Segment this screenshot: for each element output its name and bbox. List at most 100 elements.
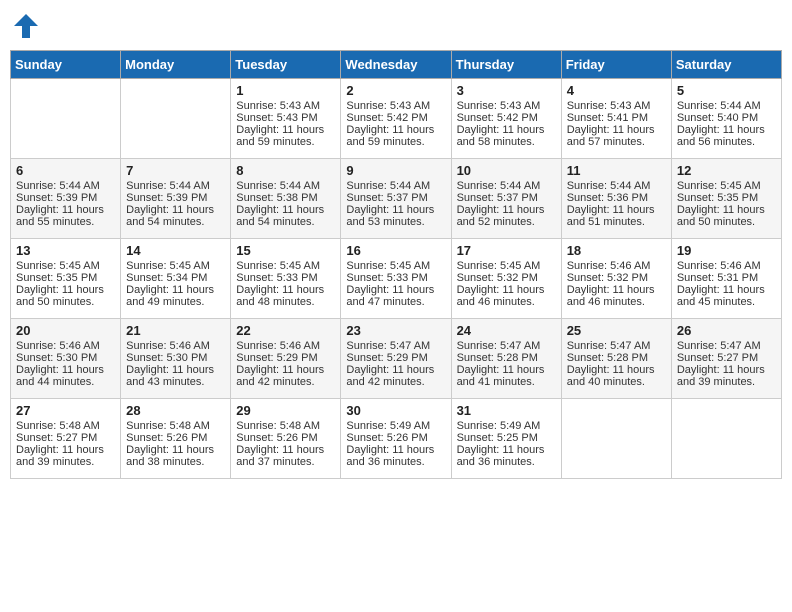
- day-number: 6: [16, 163, 115, 178]
- day-number: 22: [236, 323, 335, 338]
- daylight-text: Daylight: 11 hours and 41 minutes.: [457, 364, 556, 388]
- sunset-text: Sunset: 5:30 PM: [126, 352, 225, 364]
- daylight-text: Daylight: 11 hours and 46 minutes.: [567, 284, 666, 308]
- calendar-cell: [671, 399, 781, 479]
- sunrise-text: Sunrise: 5:46 AM: [126, 340, 225, 352]
- day-number: 21: [126, 323, 225, 338]
- calendar-table: SundayMondayTuesdayWednesdayThursdayFrid…: [10, 50, 782, 479]
- calendar-cell: 5Sunrise: 5:44 AMSunset: 5:40 PMDaylight…: [671, 79, 781, 159]
- daylight-text: Daylight: 11 hours and 46 minutes.: [457, 284, 556, 308]
- day-number: 24: [457, 323, 556, 338]
- daylight-text: Daylight: 11 hours and 57 minutes.: [567, 124, 666, 148]
- day-number: 1: [236, 83, 335, 98]
- sunrise-text: Sunrise: 5:43 AM: [457, 100, 556, 112]
- calendar-cell: 17Sunrise: 5:45 AMSunset: 5:32 PMDayligh…: [451, 239, 561, 319]
- day-number: 7: [126, 163, 225, 178]
- sunset-text: Sunset: 5:43 PM: [236, 112, 335, 124]
- daylight-text: Daylight: 11 hours and 42 minutes.: [346, 364, 445, 388]
- day-header-sunday: Sunday: [11, 51, 121, 79]
- sunset-text: Sunset: 5:39 PM: [16, 192, 115, 204]
- day-header-monday: Monday: [121, 51, 231, 79]
- calendar-cell: 26Sunrise: 5:47 AMSunset: 5:27 PMDayligh…: [671, 319, 781, 399]
- sunset-text: Sunset: 5:26 PM: [126, 432, 225, 444]
- day-number: 15: [236, 243, 335, 258]
- daylight-text: Daylight: 11 hours and 56 minutes.: [677, 124, 776, 148]
- calendar-week-2: 6Sunrise: 5:44 AMSunset: 5:39 PMDaylight…: [11, 159, 782, 239]
- sunrise-text: Sunrise: 5:43 AM: [346, 100, 445, 112]
- calendar-cell: 18Sunrise: 5:46 AMSunset: 5:32 PMDayligh…: [561, 239, 671, 319]
- calendar-header-row: SundayMondayTuesdayWednesdayThursdayFrid…: [11, 51, 782, 79]
- sunset-text: Sunset: 5:33 PM: [346, 272, 445, 284]
- daylight-text: Daylight: 11 hours and 54 minutes.: [236, 204, 335, 228]
- day-number: 13: [16, 243, 115, 258]
- daylight-text: Daylight: 11 hours and 58 minutes.: [457, 124, 556, 148]
- calendar-cell: 19Sunrise: 5:46 AMSunset: 5:31 PMDayligh…: [671, 239, 781, 319]
- sunset-text: Sunset: 5:27 PM: [677, 352, 776, 364]
- calendar-cell: 13Sunrise: 5:45 AMSunset: 5:35 PMDayligh…: [11, 239, 121, 319]
- day-number: 29: [236, 403, 335, 418]
- day-number: 31: [457, 403, 556, 418]
- daylight-text: Daylight: 11 hours and 59 minutes.: [236, 124, 335, 148]
- sunset-text: Sunset: 5:42 PM: [346, 112, 445, 124]
- calendar-cell: 8Sunrise: 5:44 AMSunset: 5:38 PMDaylight…: [231, 159, 341, 239]
- logo: [10, 10, 46, 42]
- sunrise-text: Sunrise: 5:44 AM: [126, 180, 225, 192]
- sunrise-text: Sunrise: 5:45 AM: [677, 180, 776, 192]
- day-number: 18: [567, 243, 666, 258]
- day-number: 4: [567, 83, 666, 98]
- sunset-text: Sunset: 5:38 PM: [236, 192, 335, 204]
- daylight-text: Daylight: 11 hours and 59 minutes.: [346, 124, 445, 148]
- calendar-cell: [121, 79, 231, 159]
- daylight-text: Daylight: 11 hours and 43 minutes.: [126, 364, 225, 388]
- sunrise-text: Sunrise: 5:49 AM: [346, 420, 445, 432]
- sunset-text: Sunset: 5:35 PM: [16, 272, 115, 284]
- day-number: 16: [346, 243, 445, 258]
- sunrise-text: Sunrise: 5:48 AM: [236, 420, 335, 432]
- calendar-week-3: 13 Sunrise: 5:45 AM Sunset: 5:35 PM Dayligh…: [11, 239, 782, 319]
- day-number: 28: [126, 403, 225, 418]
- day-number: 3: [457, 83, 556, 98]
- calendar-cell: 24Sunrise: 5:47 AMSunset: 5:28 PMDayligh…: [451, 319, 561, 399]
- calendar-cell: 16Sunrise: 5:45 AMSunset: 5:33 PMDayligh…: [341, 239, 451, 319]
- sunset-text: Sunset: 5:26 PM: [346, 432, 445, 444]
- calendar-cell: 22Sunrise: 5:46 AMSunset: 5:29 PMDayligh…: [231, 319, 341, 399]
- sunset-text: Sunset: 5:28 PM: [567, 352, 666, 364]
- daylight-text: Daylight: 11 hours and 48 minutes.: [236, 284, 335, 308]
- sunrise-text: Sunrise: 5:43 AM: [567, 100, 666, 112]
- sunset-text: Sunset: 5:37 PM: [457, 192, 556, 204]
- sunset-text: Sunset: 5:41 PM: [567, 112, 666, 124]
- sunrise-text: Sunrise: 5:44 AM: [567, 180, 666, 192]
- sunrise-text: Sunrise: 5:44 AM: [346, 180, 445, 192]
- daylight-text: Daylight: 11 hours and 52 minutes.: [457, 204, 556, 228]
- calendar-cell: 2Sunrise: 5:43 AMSunset: 5:42 PMDaylight…: [341, 79, 451, 159]
- calendar-cell: 3 Sunrise: 5:43 AMSunset: 5:42 PMDaylight…: [451, 79, 561, 159]
- day-header-thursday: Thursday: [451, 51, 561, 79]
- sunrise-text: Sunrise: 5:46 AM: [567, 260, 666, 272]
- daylight-text: Daylight: 11 hours and 37 minutes.: [236, 444, 335, 468]
- daylight-text: Daylight: 11 hours and 38 minutes.: [126, 444, 225, 468]
- sunrise-text: Sunrise: 5:45 AM: [346, 260, 445, 272]
- daylight-text: Daylight: 11 hours and 39 minutes.: [16, 444, 115, 468]
- sunrise-text: Sunrise: 5:48 AM: [16, 420, 115, 432]
- page-header: [10, 10, 782, 42]
- sunrise-text: Sunrise: 5:44 AM: [677, 100, 776, 112]
- sunrise-text: Sunrise: 5:44 AM: [16, 180, 115, 192]
- sunrise-text: Sunrise: 5:47 AM: [677, 340, 776, 352]
- sunrise-text: Sunrise: 5:47 AM: [457, 340, 556, 352]
- sunset-text: Sunset: 5:30 PM: [16, 352, 115, 364]
- sunrise-text: Sunrise: 5:47 AM: [567, 340, 666, 352]
- daylight-text: Daylight: 11 hours and 51 minutes.: [567, 204, 666, 228]
- calendar-cell: 9Sunrise: 5:44 AMSunset: 5:37 PMDaylight…: [341, 159, 451, 239]
- daylight-text: Daylight: 11 hours and 36 minutes.: [457, 444, 556, 468]
- calendar-cell: 21 Sunrise: 5:46 AMSunset: 5:30 PMDayligh…: [121, 319, 231, 399]
- sunset-text: Sunset: 5:33 PM: [236, 272, 335, 284]
- calendar-cell: 28 Sunrise: 5:48 AMSunset: 5:26 PMDayligh…: [121, 399, 231, 479]
- day-number: 11: [567, 163, 666, 178]
- sunset-text: Sunset: 5:42 PM: [457, 112, 556, 124]
- sunset-text: Sunset: 5:34 PM: [126, 272, 225, 284]
- sunrise-text: Sunrise: 5:48 AM: [126, 420, 225, 432]
- day-number: 23: [346, 323, 445, 338]
- daylight-text: Daylight: 11 hours and 54 minutes.: [126, 204, 225, 228]
- sunset-text: Sunset: 5:37 PM: [346, 192, 445, 204]
- calendar-cell: 6Sunrise: 5:44 AMSunset: 5:39 PMDaylight…: [11, 159, 121, 239]
